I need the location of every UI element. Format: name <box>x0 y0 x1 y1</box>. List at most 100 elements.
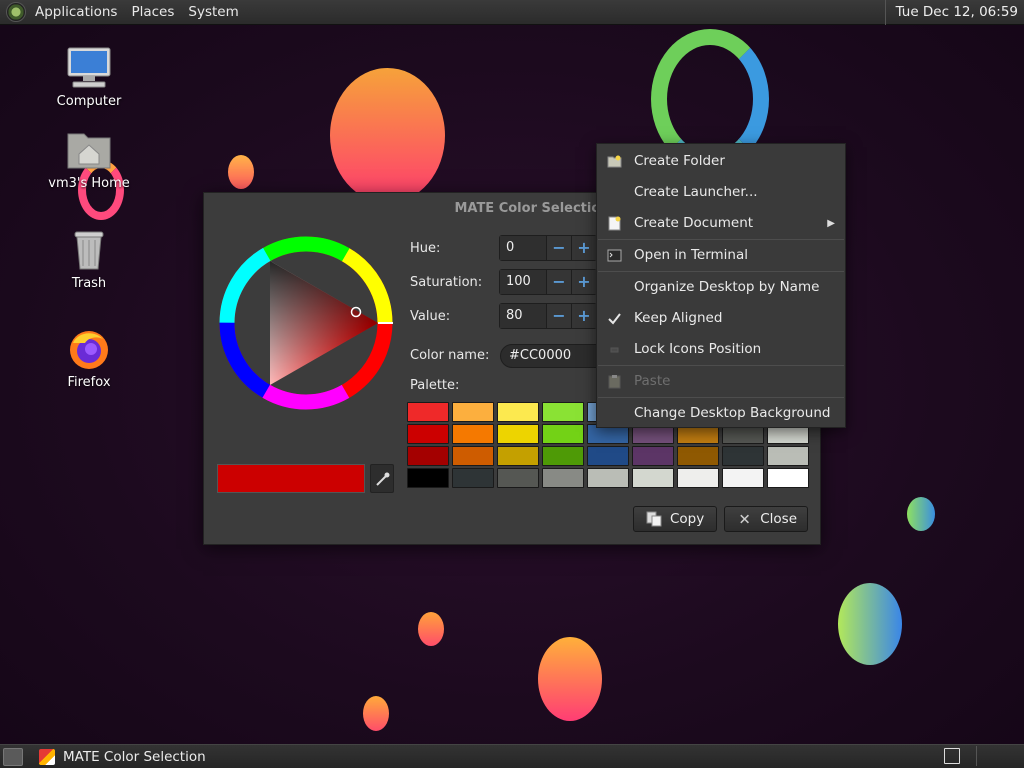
hue-spinbutton[interactable]: 0 − + <box>499 235 597 261</box>
menu-item-label: Paste <box>634 373 671 389</box>
close-icon <box>740 514 749 524</box>
desktop-icon-trash[interactable]: Trash <box>44 228 134 291</box>
plus-icon[interactable]: + <box>571 270 596 294</box>
palette-swatch[interactable] <box>542 424 584 444</box>
palette-swatch[interactable] <box>407 468 449 488</box>
decorative-bubble <box>907 497 935 531</box>
value-spinbutton[interactable]: 80 − + <box>499 303 597 329</box>
palette-swatch[interactable] <box>452 402 494 422</box>
menu-item-label: Lock Icons Position <box>634 341 762 357</box>
desktop-icon-computer[interactable]: Computer <box>44 46 134 109</box>
menu-item-keep-aligned[interactable]: Keep Aligned <box>597 303 845 334</box>
eyedropper-button[interactable] <box>370 464 394 493</box>
minus-icon[interactable]: − <box>546 270 571 294</box>
decorative-bubble <box>538 637 602 721</box>
palette-swatch[interactable] <box>497 468 539 488</box>
palette-swatch[interactable] <box>677 468 719 488</box>
show-desktop-button[interactable] <box>3 747 23 766</box>
palette-swatch[interactable] <box>542 446 584 466</box>
menu-item-label: Organize Desktop by Name <box>634 279 820 295</box>
system-menu[interactable]: System <box>181 0 245 25</box>
taskbar-item-color-selection[interactable]: MATE Color Selection <box>31 746 214 768</box>
menu-item-create-launcher[interactable]: Create Launcher... <box>597 177 845 208</box>
palette-swatch[interactable] <box>767 468 809 488</box>
current-color-swatch <box>217 464 365 493</box>
value-value[interactable]: 80 <box>500 304 546 328</box>
palette-swatch[interactable] <box>407 424 449 444</box>
hue-label: Hue: <box>410 241 441 256</box>
decorative-bubble <box>228 155 254 189</box>
terminal-icon <box>607 249 622 262</box>
color-name-label: Color name: <box>410 348 490 363</box>
desktop-context-menu: Create Folder Create Launcher... Create … <box>596 143 846 428</box>
palette-swatch[interactable] <box>497 424 539 444</box>
menu-item-create-document[interactable]: Create Document ▶ <box>597 208 845 239</box>
computer-icon <box>65 46 113 90</box>
saturation-spinbutton[interactable]: 100 − + <box>499 269 597 295</box>
palette-swatch[interactable] <box>407 402 449 422</box>
workspace-switcher-area[interactable] <box>976 746 1016 766</box>
checkmark-icon <box>608 313 621 325</box>
palette-swatch[interactable] <box>452 468 494 488</box>
palette-swatch[interactable] <box>587 446 629 466</box>
hue-value[interactable]: 0 <box>500 236 546 260</box>
eyedropper-icon <box>376 472 390 486</box>
desktop-icon-home[interactable]: vm3's Home <box>44 128 134 191</box>
top-panel: Applications Places System Tue Dec 12, 0… <box>0 0 1024 25</box>
color-selection-icon <box>39 748 55 765</box>
plus-icon[interactable]: + <box>571 236 596 260</box>
palette-swatch[interactable] <box>452 424 494 444</box>
paste-icon <box>608 375 621 389</box>
applications-menu[interactable]: Applications <box>28 0 124 25</box>
color-name-input[interactable]: #CC0000 <box>500 344 610 368</box>
document-new-icon <box>608 216 621 231</box>
decorative-bubble <box>418 612 444 646</box>
palette-swatch[interactable] <box>497 402 539 422</box>
clock[interactable]: Tue Dec 12, 06:59 <box>884 0 1024 25</box>
menu-item-label: Create Launcher... <box>634 184 758 200</box>
palette-swatch[interactable] <box>722 446 764 466</box>
decorative-bubble <box>363 696 389 731</box>
firefox-icon <box>65 327 113 371</box>
home-folder-icon <box>65 128 113 172</box>
palette-swatch[interactable] <box>632 468 674 488</box>
palette-swatch[interactable] <box>767 446 809 466</box>
menu-item-open-in-terminal[interactable]: Open in Terminal <box>597 240 845 271</box>
palette-swatch[interactable] <box>497 446 539 466</box>
menu-item-organize-desktop[interactable]: Organize Desktop by Name <box>597 272 845 303</box>
saturation-label: Saturation: <box>410 275 483 290</box>
menu-item-change-background[interactable]: Change Desktop Background <box>597 398 845 429</box>
minus-icon[interactable]: − <box>546 236 571 260</box>
palette-swatch[interactable] <box>452 446 494 466</box>
places-menu[interactable]: Places <box>124 0 181 25</box>
desktop-icon-label: vm3's Home <box>48 176 130 191</box>
taskbar-item-label: MATE Color Selection <box>63 748 206 765</box>
checkbox-icon <box>610 347 619 353</box>
menu-item-label: Create Document <box>634 215 754 231</box>
palette-swatch[interactable] <box>542 468 584 488</box>
copy-button[interactable]: Copy <box>633 506 717 532</box>
palette-swatch[interactable] <box>722 468 764 488</box>
menu-item-lock-icons[interactable]: Lock Icons Position <box>597 334 845 365</box>
copy-button-label: Copy <box>670 511 705 527</box>
palette-swatch[interactable] <box>407 446 449 466</box>
color-wheel[interactable] <box>218 235 394 411</box>
menu-item-label: Create Folder <box>634 153 725 169</box>
submenu-arrow-icon: ▶ <box>827 218 835 229</box>
saturation-value[interactable]: 100 <box>500 270 546 294</box>
palette-swatch[interactable] <box>587 468 629 488</box>
desktop-icon-firefox[interactable]: Firefox <box>44 327 134 390</box>
minus-icon[interactable]: − <box>546 304 571 328</box>
workspace-switcher[interactable] <box>944 748 960 764</box>
close-button[interactable]: Close <box>724 506 808 532</box>
palette-label: Palette: <box>410 378 460 393</box>
value-label: Value: <box>410 309 451 324</box>
palette-swatch[interactable] <box>632 446 674 466</box>
palette-swatch[interactable] <box>677 446 719 466</box>
desktop-icon-label: Trash <box>71 276 107 291</box>
palette-swatch[interactable] <box>542 402 584 422</box>
menu-item-create-folder[interactable]: Create Folder <box>597 146 845 177</box>
bottom-panel: MATE Color Selection <box>0 744 1024 768</box>
mate-logo-icon[interactable] <box>6 2 26 22</box>
plus-icon[interactable]: + <box>571 304 596 328</box>
